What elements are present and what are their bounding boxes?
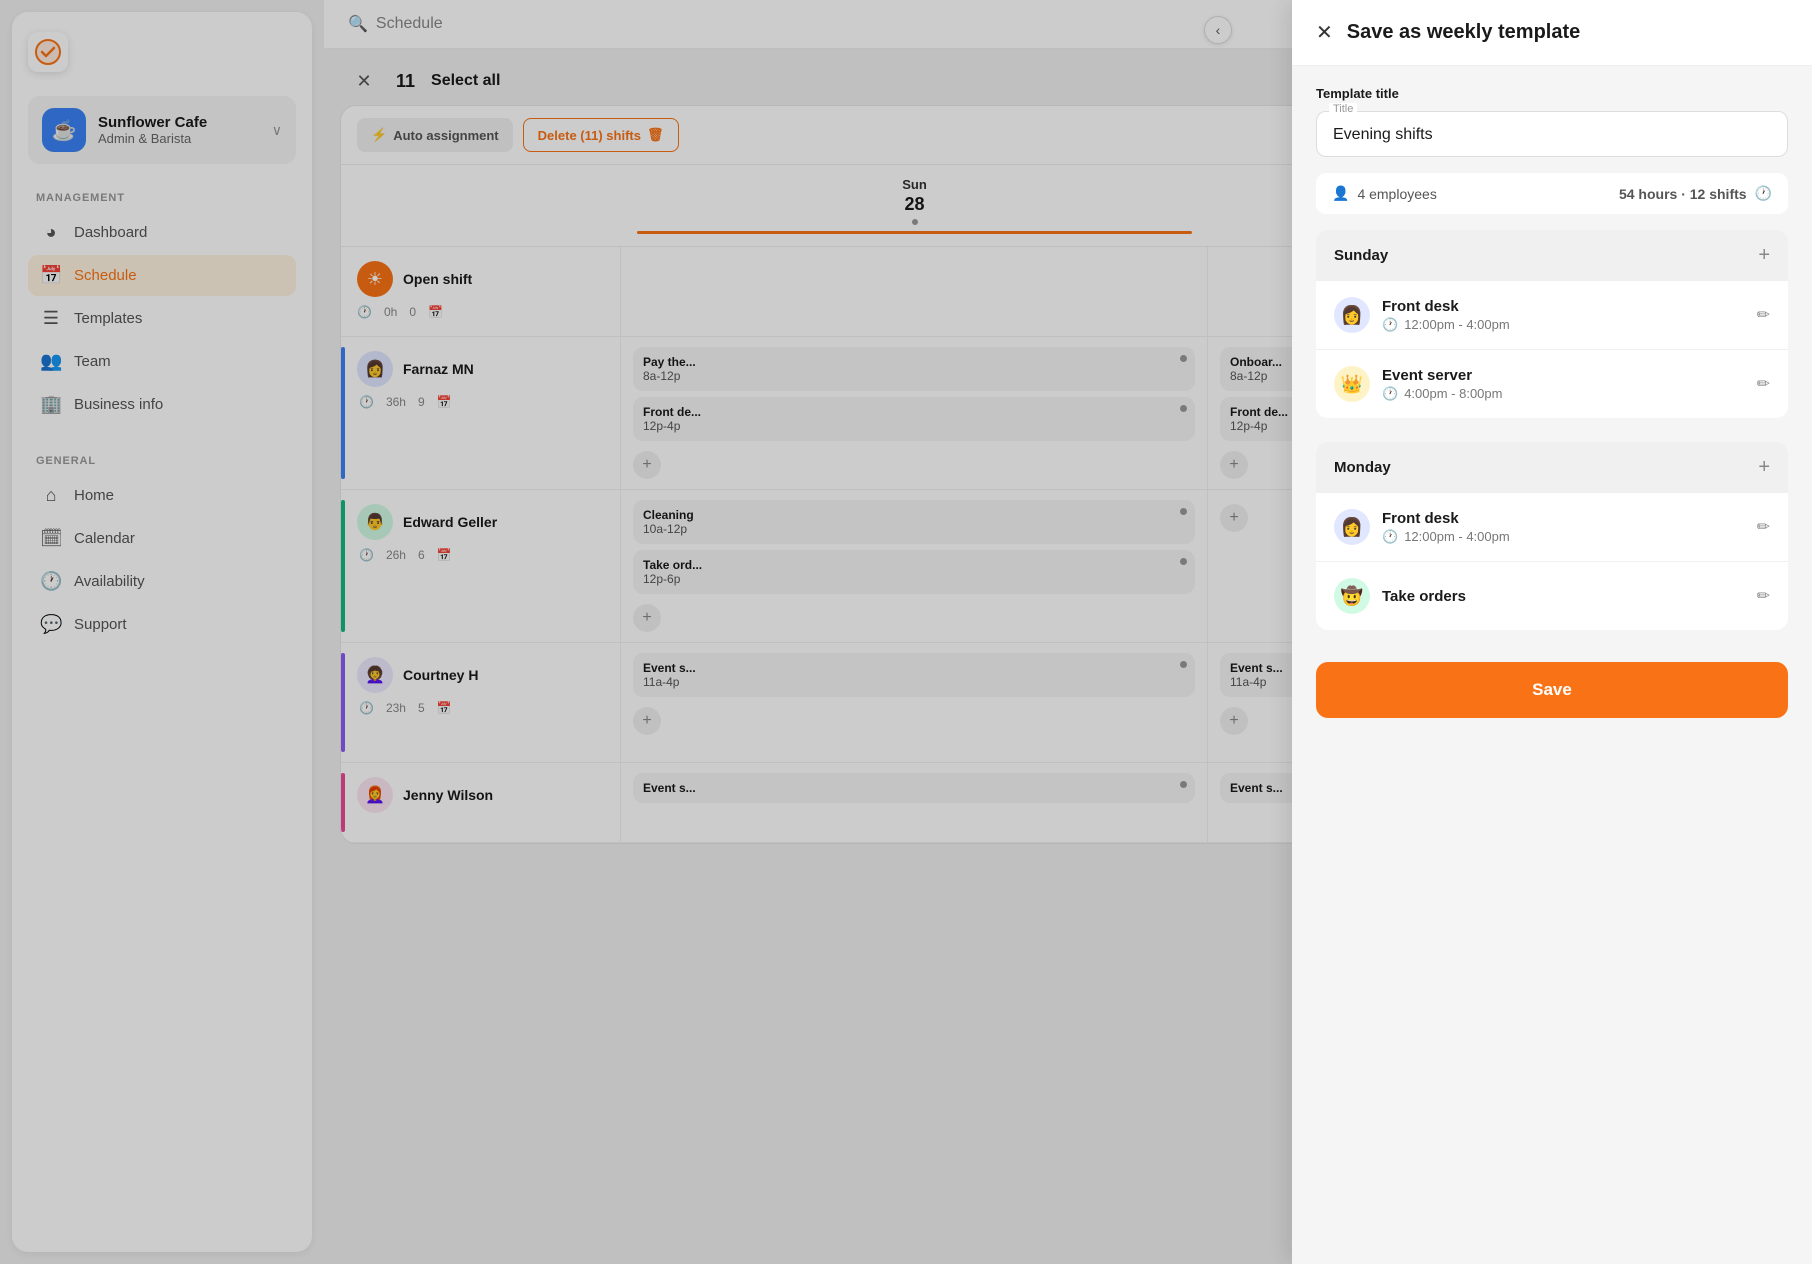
title-input-wrapper: Title	[1316, 111, 1788, 157]
monday-label: Monday	[1334, 459, 1391, 476]
clock-icon: 🕐	[1382, 386, 1398, 402]
meta-hours-label: 54 hours · 12 shifts	[1619, 186, 1747, 202]
shift-edit-button-monday-1[interactable]: ✏	[1757, 517, 1770, 537]
list-item: 👑 Event server 🕐 4:00pm - 8:00pm ✏	[1316, 350, 1788, 418]
modal-close-button[interactable]: ✕	[1316, 20, 1333, 45]
template-title-input[interactable]	[1317, 112, 1787, 156]
shift-avatar-sunday-2: 👑	[1334, 366, 1370, 402]
sunday-day-header[interactable]: Sunday +	[1316, 230, 1788, 281]
employees-icon: 👤	[1332, 185, 1349, 202]
template-meta: 👤 4 employees 54 hours · 12 shifts 🕐	[1316, 173, 1788, 214]
sunday-section: Sunday + 👩 Front desk 🕐 12:00pm - 4:00pm	[1316, 230, 1788, 418]
sunday-label: Sunday	[1334, 247, 1388, 264]
list-item: 👩 Front desk 🕐 12:00pm - 4:00pm ✏	[1316, 493, 1788, 562]
save-button[interactable]: Save	[1316, 662, 1788, 718]
sunday-add-button[interactable]: +	[1758, 244, 1770, 267]
shift-avatar-sunday-1: 👩	[1334, 297, 1370, 333]
shift-edit-button-sunday-1[interactable]: ✏	[1757, 305, 1770, 325]
list-item: 👩 Front desk 🕐 12:00pm - 4:00pm ✏	[1316, 281, 1788, 350]
monday-add-button[interactable]: +	[1758, 456, 1770, 479]
meta-employees: 👤 4 employees	[1332, 185, 1437, 202]
modal-panel: ✕ Save as weekly template Template title…	[1292, 0, 1812, 1264]
clock-icon: 🕐	[1382, 529, 1398, 545]
meta-hours: 54 hours · 12 shifts 🕐	[1619, 185, 1772, 202]
hours-clock-icon: 🕐	[1755, 185, 1772, 202]
template-title-section: Template title Title	[1316, 86, 1788, 157]
employees-label: 4 employees	[1357, 186, 1436, 202]
modal-header: ✕ Save as weekly template	[1292, 0, 1812, 66]
monday-section: Monday + 👩 Front desk 🕐 12:00pm - 4:00pm	[1316, 442, 1788, 630]
shift-role-sunday-1: Front desk	[1382, 298, 1510, 315]
list-item: 🤠 Take orders ✏	[1316, 562, 1788, 630]
shift-time-monday-1: 🕐 12:00pm - 4:00pm	[1382, 529, 1510, 545]
shift-role-sunday-2: Event server	[1382, 367, 1502, 384]
template-title-section-label: Template title	[1316, 86, 1788, 101]
title-field-label: Title	[1329, 103, 1357, 115]
modal-overlay: ✕ Save as weekly template Template title…	[0, 0, 1812, 1264]
modal-title: Save as weekly template	[1347, 21, 1580, 44]
monday-day-header[interactable]: Monday +	[1316, 442, 1788, 493]
clock-icon: 🕐	[1382, 317, 1398, 333]
shift-role-monday-2: Take orders	[1382, 588, 1466, 605]
modal-body: Template title Title 👤 4 employees 54 ho…	[1292, 66, 1812, 1264]
shift-role-monday-1: Front desk	[1382, 510, 1510, 527]
shift-edit-button-sunday-2[interactable]: ✏	[1757, 374, 1770, 394]
shift-avatar-monday-2: 🤠	[1334, 578, 1370, 614]
shift-time-sunday-1: 🕐 12:00pm - 4:00pm	[1382, 317, 1510, 333]
shift-time-sunday-2: 🕐 4:00pm - 8:00pm	[1382, 386, 1502, 402]
shift-edit-button-monday-2[interactable]: ✏	[1757, 586, 1770, 606]
shift-avatar-monday-1: 👩	[1334, 509, 1370, 545]
